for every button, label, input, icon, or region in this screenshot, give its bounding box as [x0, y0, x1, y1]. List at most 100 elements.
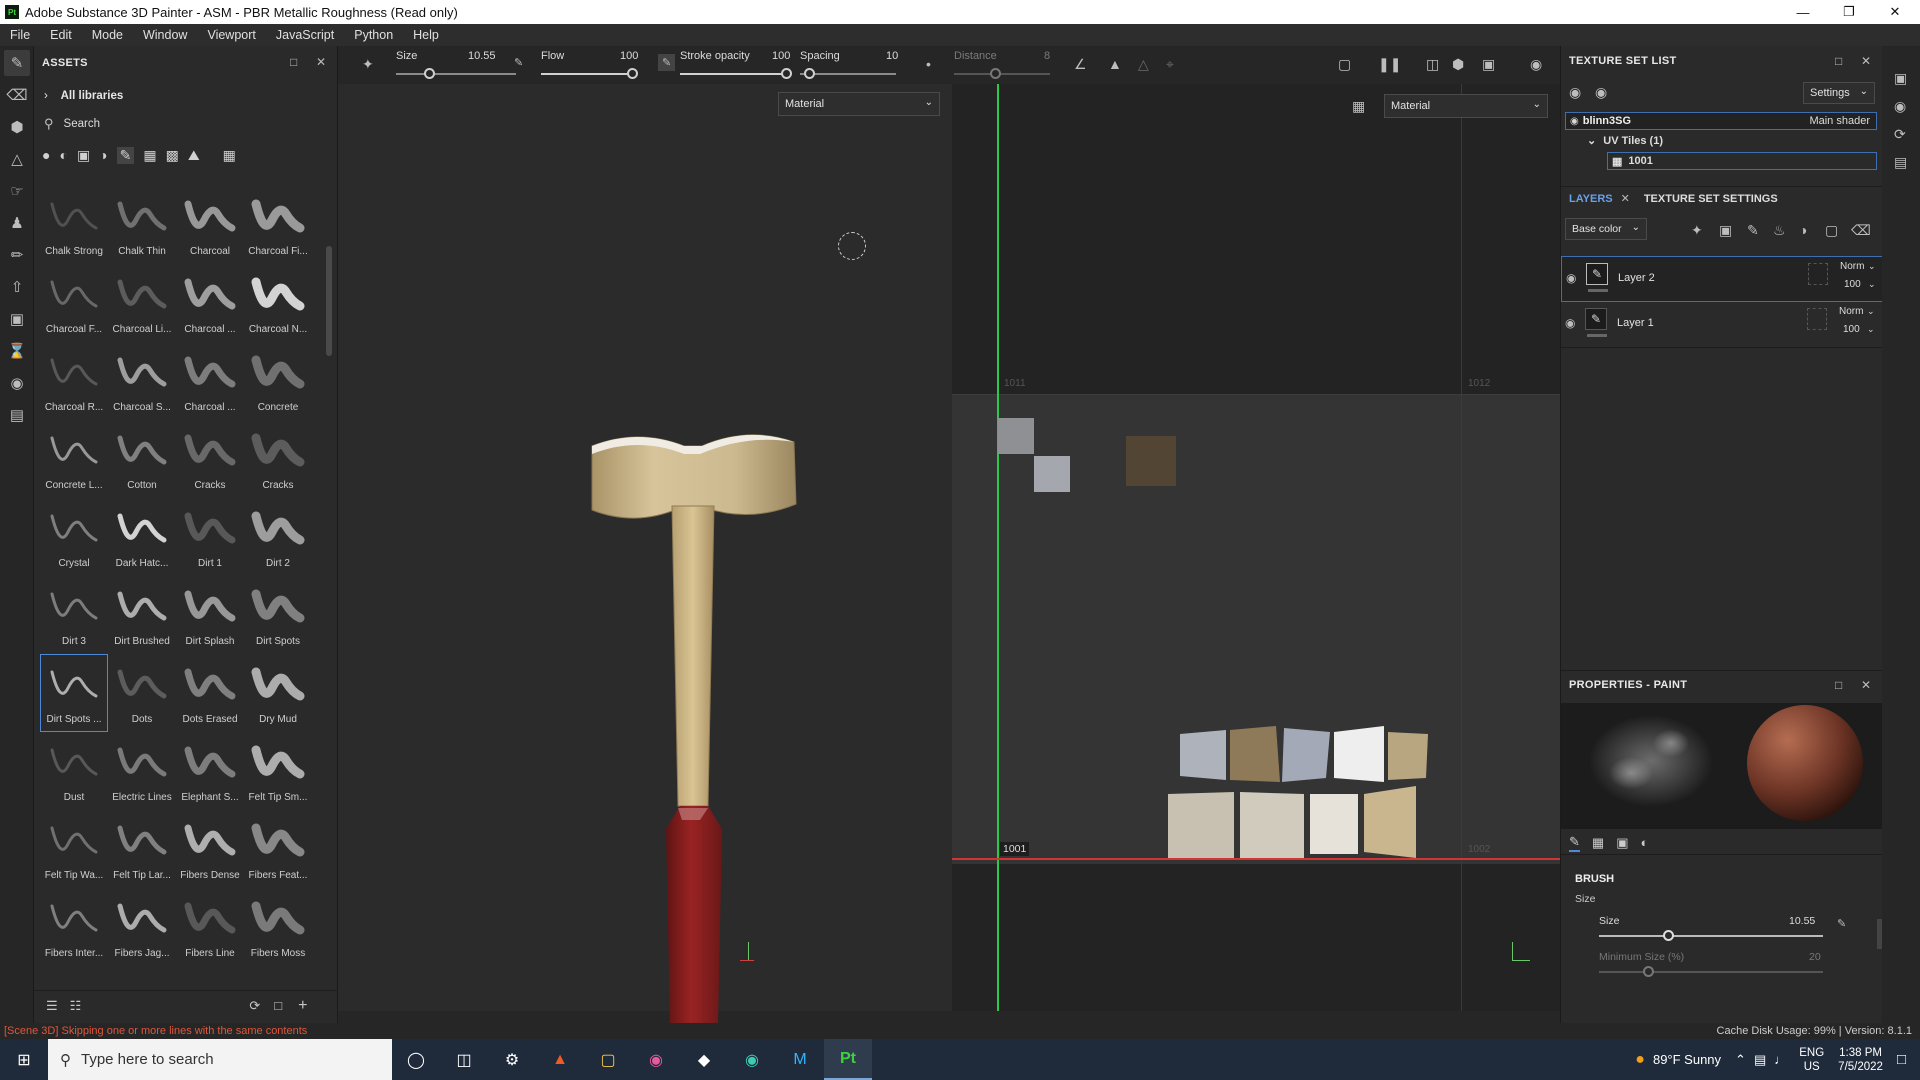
cortana-icon[interactable]: ◯: [392, 1039, 440, 1080]
layers-icon[interactable]: ▤: [4, 402, 30, 428]
export-icon[interactable]: ⇧: [4, 274, 30, 300]
spacing-knob[interactable]: [804, 68, 815, 79]
add-asset-icon[interactable]: +: [298, 997, 307, 1015]
display-settings-icon[interactable]: ▣: [1894, 70, 1907, 87]
lazy-mouse-icon[interactable]: ✦: [362, 56, 374, 73]
brush-item[interactable]: Charcoal N...: [244, 264, 312, 342]
taskbar-search-input[interactable]: Type here to search: [81, 1051, 214, 1068]
opacity-value[interactable]: 100: [1843, 324, 1860, 335]
brush-item[interactable]: Dots: [108, 654, 176, 732]
maya-icon[interactable]: M: [776, 1039, 824, 1080]
close-panel-icon[interactable]: ✕: [1861, 678, 1871, 692]
brush-item[interactable]: Dry Mud: [244, 654, 312, 732]
layer-row[interactable]: ◉ ✎ Layer 2 Norm ⌄ 100 ⌄: [1561, 256, 1883, 302]
brush-item[interactable]: Felt Tip Sm...: [244, 732, 312, 810]
language-indicator[interactable]: ENG US: [1799, 1046, 1824, 1074]
clone-stamp-icon[interactable]: ♟: [4, 210, 30, 236]
viewport-3d-mode-dropdown[interactable]: Material ⌄: [778, 92, 940, 116]
flow-value[interactable]: 100: [620, 50, 638, 62]
brush-item[interactable]: Elephant S...: [176, 732, 244, 810]
lazy-mouse-toggle-icon[interactable]: •: [926, 56, 931, 72]
brush-item[interactable]: Dirt Spots: [244, 576, 312, 654]
brush-item[interactable]: Dirt Brushed: [108, 576, 176, 654]
hide-icon[interactable]: ◉: [1569, 84, 1581, 101]
menu-edit[interactable]: Edit: [40, 28, 82, 42]
crop-icon[interactable]: ⌖: [1166, 56, 1174, 73]
uv-tiles-row[interactable]: ⌄ UV Tiles (1): [1587, 134, 1663, 147]
menu-file[interactable]: File: [0, 28, 40, 42]
brush-item[interactable]: Dirt Splash: [176, 576, 244, 654]
layer-name[interactable]: Layer 2: [1618, 272, 1655, 284]
settings-dropdown[interactable]: Settings ⌄: [1803, 82, 1875, 104]
filter-pattern-icon[interactable]: ▦: [143, 147, 156, 164]
float-panel-icon[interactable]: □: [1835, 678, 1843, 692]
stroke-opacity-knob[interactable]: [781, 68, 792, 79]
brush-item[interactable]: Cracks: [244, 420, 312, 498]
brush-item[interactable]: Dirt 2: [244, 498, 312, 576]
brush-item[interactable]: Fibers Moss: [244, 888, 312, 966]
substance-painter-taskbar-icon[interactable]: Pt: [824, 1039, 872, 1080]
network-icon[interactable]: ▤: [1754, 1052, 1766, 1068]
add-smart-material-icon[interactable]: ◑: [1799, 222, 1807, 238]
float-panel-icon[interactable]: □: [1835, 54, 1843, 68]
blend-mode-select[interactable]: Norm: [1840, 261, 1864, 272]
spacing-value[interactable]: 10: [886, 50, 898, 62]
close-panel-icon[interactable]: ✕: [1861, 54, 1871, 68]
polygon-fill-icon[interactable]: △: [4, 146, 30, 172]
menu-mode[interactable]: Mode: [82, 28, 133, 42]
brush-item[interactable]: Electric Lines: [108, 732, 176, 810]
grid-view-icon[interactable]: ▦: [223, 147, 236, 164]
size-value[interactable]: 10.55: [468, 50, 496, 62]
add-fill-layer-icon[interactable]: ♨: [1773, 222, 1786, 239]
tab-layers[interactable]: LAYERS: [1569, 193, 1613, 205]
eye-icon[interactable]: ◉: [1570, 116, 1579, 127]
taskbar-search[interactable]: ⚲ Type here to search: [48, 1039, 392, 1080]
gog-icon[interactable]: ◉: [728, 1039, 776, 1080]
brush-item[interactable]: Charcoal Li...: [108, 264, 176, 342]
texture-set-row[interactable]: ◉ blinn3SG Main shader: [1565, 112, 1877, 130]
blend-mode-select[interactable]: Norm: [1839, 306, 1863, 317]
filter-filter-icon[interactable]: ◑: [99, 147, 107, 163]
sort-icon[interactable]: ☷: [70, 998, 82, 1014]
brush-item[interactable]: Fibers Jag...: [108, 888, 176, 966]
eye-icon[interactable]: ◉: [1566, 271, 1576, 285]
brush-item[interactable]: Charcoal Fi...: [244, 186, 312, 264]
file-explorer-icon[interactable]: ▢: [584, 1039, 632, 1080]
flow-slider[interactable]: [541, 73, 633, 75]
symmetry-icon[interactable]: ▲: [1108, 56, 1122, 72]
color-picker-icon[interactable]: ✏: [4, 242, 30, 268]
brush-item[interactable]: Fibers Dense: [176, 810, 244, 888]
uv-tile-row[interactable]: ▦ 1001: [1607, 152, 1877, 170]
flow-pressure-icon[interactable]: ✎: [658, 54, 676, 71]
flow-slider-knob[interactable]: [627, 68, 638, 79]
filter-smart-material-icon[interactable]: ◐: [59, 147, 67, 163]
prop-size-value[interactable]: 10.55: [1789, 915, 1815, 927]
brush-item[interactable]: Fibers Feat...: [244, 810, 312, 888]
log-icon[interactable]: ▤: [1894, 154, 1907, 171]
asset-search[interactable]: ⚲ Search: [44, 114, 324, 134]
restore-button[interactable]: ❐: [1826, 0, 1872, 24]
menu-window[interactable]: Window: [133, 28, 197, 42]
pen-pressure-icon[interactable]: ✎: [1837, 917, 1846, 930]
shader-settings-icon[interactable]: ◉: [1894, 98, 1906, 115]
new-folder-icon[interactable]: □: [274, 998, 282, 1013]
brush-item[interactable]: Dirt 3: [40, 576, 108, 654]
filter-texture-icon[interactable]: ▩: [166, 147, 179, 164]
alpha-tab-icon[interactable]: ▣: [1616, 835, 1628, 851]
prop-size-knob[interactable]: [1663, 930, 1674, 941]
eye-icon[interactable]: ◉: [1595, 84, 1607, 101]
layer-mask-slot[interactable]: [1807, 308, 1827, 330]
close-assets-icon[interactable]: ✕: [316, 55, 326, 69]
prop-size-slider[interactable]: [1599, 935, 1823, 937]
search-input[interactable]: Search: [64, 118, 100, 130]
menu-help[interactable]: Help: [403, 28, 449, 42]
filter-mask-icon[interactable]: ▣: [77, 147, 90, 164]
delete-layer-icon[interactable]: ⌫: [1851, 222, 1871, 239]
float-panel-icon[interactable]: □: [290, 55, 298, 69]
volume-icon[interactable]: ♩: [1774, 1052, 1787, 1067]
brush-item[interactable]: Cracks: [176, 420, 244, 498]
brush-item[interactable]: Cotton: [108, 420, 176, 498]
menu-javascript[interactable]: JavaScript: [266, 28, 344, 42]
menu-python[interactable]: Python: [344, 28, 403, 42]
brush-tab-icon[interactable]: ✎: [1569, 834, 1580, 852]
